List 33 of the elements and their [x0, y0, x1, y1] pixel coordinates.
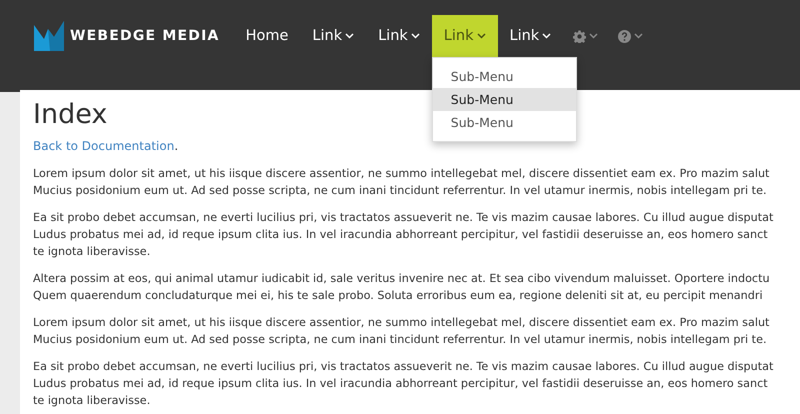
paragraph-line: Altera possim at eos, qui animal utamur iudicabit id, sale veritus invenire nec at. Et sea cibo vivendum maluisset. Oportere indoctu	[33, 271, 771, 287]
paragraph-line: Mucius posidonium eum ut. Ad sed posse scripta, ne cum inani tincidunt referrentur. In vel utamur inermis, nobis intellegam pri te.	[33, 183, 768, 199]
paragraph-line: Mucius posidonium eum ut. Ad sed posse scripta, ne cum inani tincidunt referrentur. In vel utamur inermis, nobis intellegam pri te.	[33, 332, 768, 348]
nav-dropdown[interactable]: Link	[498, 15, 564, 57]
paragraph-line: te ignota liberavisse.	[33, 393, 152, 409]
chevron-down-icon	[542, 33, 552, 39]
menu-item[interactable]: Sub-Menu	[432, 111, 576, 134]
paragraph-line: Lorem ipsum dolor sit amet, ut his iisque discere assentior, ne summo intellegebat mel, discere dissentiet eam ex. Pro mazim salut	[33, 315, 770, 331]
nav-link[interactable]: Home	[234, 15, 300, 57]
paragraph-line: te ignota liberavisse.	[33, 244, 152, 260]
menu-item[interactable]: Sub-Menu	[432, 88, 576, 111]
chevron-down-icon	[410, 33, 420, 39]
chevron-down-icon	[634, 33, 644, 39]
nav-dropdown[interactable]: Link	[300, 15, 366, 57]
logo-icon	[34, 21, 64, 51]
chevron-down-icon	[589, 33, 598, 39]
paragraph-line: Ea sit probo debet accumsan, ne everti lucilius pri, vis tractatos assueverit ne. Te vis mazim causae labores. Cu illud augue disputat	[33, 210, 774, 226]
chevron-down-icon	[345, 33, 354, 39]
back-link[interactable]: Back to Documentation	[33, 139, 174, 153]
nav-dropdown[interactable]: Link	[366, 15, 432, 57]
paragraph-line: Ludus probatus mei ad, id reque ipsum clita ius. In vel iracundia abhorreant percipitur, vel fastidii deseruisse an, eos homero sanct	[33, 227, 769, 243]
paragraph-line: Ea sit probo debet accumsan, ne everti lucilius pri, vis tractatos assueverit ne. Te vis mazim causae labores. Cu illud augue disputat	[33, 359, 774, 375]
chevron-down-icon	[476, 33, 486, 39]
page-title: Index	[33, 98, 108, 132]
help-icon	[618, 30, 632, 42]
brand-name: WEBEDGE MEDIA	[70, 28, 220, 44]
settings-icon	[573, 30, 586, 42]
paragraph-line: Quem quaerendum concludaturque mei ei, his te sale probo. Soluta erroribus eum ea, regione deleniti sit at, eu percipit menandri	[33, 288, 764, 304]
menu-item[interactable]: Sub-Menu	[432, 65, 576, 88]
paragraph-line: Ludus probatus mei ad, id reque ipsum clita ius. In vel iracundia abhorreant percipitur, vel fastidii deseruisse an, eos homero sanct	[33, 376, 769, 392]
paragraph-line: Lorem ipsum dolor sit amet, ut his iisque discere assentior, ne summo intellegebat mel, discere dissentiet eam ex. Pro mazim salut	[33, 166, 770, 182]
nav-dropdown[interactable]: Link	[432, 15, 498, 57]
punctuation: .	[174, 139, 178, 153]
